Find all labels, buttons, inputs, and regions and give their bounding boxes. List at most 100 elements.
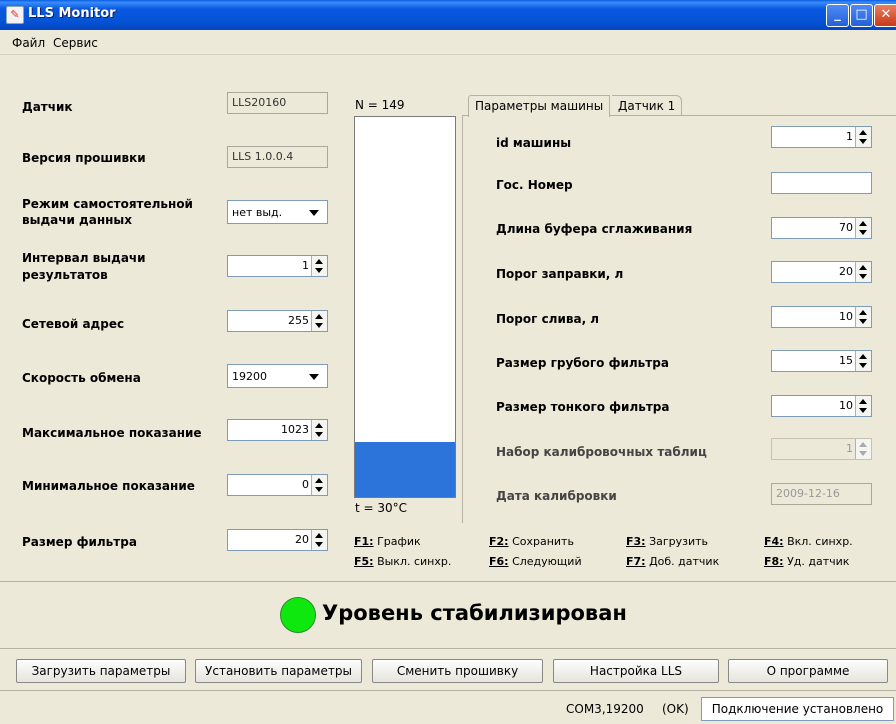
interval-stepper[interactable]: 1 (227, 255, 328, 277)
port-status: (OK) (662, 702, 689, 716)
calibration-date-value: 2009-12-16 (771, 483, 872, 505)
stepper-up-icon[interactable] (859, 310, 867, 315)
fkey-f3[interactable]: F3: Загрузить (626, 535, 708, 548)
stepper-down-icon[interactable] (859, 139, 867, 144)
fkey-f8[interactable]: F8: Уд. датчик (764, 555, 849, 568)
stepper-up-icon[interactable] (859, 399, 867, 404)
title-bar[interactable] (0, 0, 896, 30)
stepper-down-icon[interactable] (315, 542, 323, 547)
stepper-down-icon[interactable] (859, 274, 867, 279)
drain-threshold-stepper[interactable]: 10 (771, 306, 872, 328)
set-params-button[interactable]: Установить параметры (195, 659, 362, 683)
divider (0, 648, 896, 649)
fkey-f5-key: F5: (354, 555, 374, 568)
fkey-f5[interactable]: F5: Выкл. синхр. (354, 555, 451, 568)
fine-filter-value: 10 (839, 399, 853, 412)
fkey-f8-key: F8: (764, 555, 784, 568)
refuel-threshold-stepper[interactable]: 20 (771, 261, 872, 283)
car-id-stepper[interactable]: 1 (771, 126, 872, 148)
calibration-set-label: Набор калибровочных таблиц (496, 445, 707, 459)
drain-threshold-label: Порог слива, л (496, 312, 600, 326)
filter-size-stepper[interactable]: 20 (227, 529, 328, 551)
address-stepper[interactable]: 255 (227, 310, 328, 332)
stepper-up-icon[interactable] (315, 314, 323, 319)
coarse-filter-value: 15 (839, 354, 853, 367)
close-icon: ✕ (880, 7, 892, 22)
maximize-icon: □ (855, 7, 868, 22)
fkey-f5-text: Выкл. синхр. (373, 555, 452, 568)
change-firmware-button[interactable]: Сменить прошивку (372, 659, 543, 683)
max-reading-value: 1023 (281, 423, 309, 436)
mode-select-value: нет выд. (232, 206, 283, 219)
stepper-down-icon[interactable] (859, 319, 867, 324)
refuel-threshold-value: 20 (839, 265, 853, 278)
stepper-down-icon[interactable] (315, 487, 323, 492)
car-id-label: id машины (496, 136, 572, 150)
fine-filter-stepper[interactable]: 10 (771, 395, 872, 417)
fkey-f1-key: F1: (354, 535, 374, 548)
plate-input[interactable] (771, 172, 872, 194)
tab-sensor-1[interactable]: Датчик 1 (612, 95, 683, 116)
lls-settings-button[interactable]: Настройка LLS (553, 659, 719, 683)
gauge-temperature: t = 30°C (355, 501, 408, 515)
mode-select[interactable]: нет выд. (227, 200, 328, 224)
connection-status: Подключение установлено (701, 697, 894, 721)
fkey-f8-text: Уд. датчик (783, 555, 850, 568)
level-gauge (354, 116, 456, 498)
fkey-f4-text: Вкл. синхр. (783, 535, 853, 548)
tab-car-params[interactable]: Параметры машины (468, 95, 611, 117)
coarse-filter-label: Размер грубого фильтра (496, 356, 669, 370)
fkey-f1-text: График (373, 535, 421, 548)
plate-label: Гос. Номер (496, 178, 573, 192)
buffer-length-stepper[interactable]: 70 (771, 217, 872, 239)
about-button[interactable]: О программе (728, 659, 888, 683)
minimize-button[interactable]: _ (826, 4, 849, 27)
maximize-button[interactable]: □ (850, 4, 873, 27)
sensor-label: Датчик (22, 100, 73, 114)
mode-label-line2: выдачи данных (22, 213, 133, 227)
fkey-f1[interactable]: F1: График (354, 535, 421, 548)
calibration-set-value: 1 (846, 442, 853, 455)
stepper-up-icon[interactable] (859, 130, 867, 135)
menu-file[interactable]: Файл (12, 36, 45, 50)
fkey-f7-key: F7: (626, 555, 646, 568)
load-params-button[interactable]: Загрузить параметры (16, 659, 186, 683)
window-title: LLS Monitor (28, 6, 116, 21)
menu-service[interactable]: Сервис (53, 36, 98, 50)
stepper-down-icon[interactable] (859, 408, 867, 413)
app-icon[interactable]: ✎ (6, 6, 24, 24)
stepper-down-icon[interactable] (315, 432, 323, 437)
stepper-down-icon (859, 451, 867, 456)
level-gauge-fill (355, 441, 455, 497)
address-label: Сетевой адрес (22, 317, 125, 331)
stepper-up-icon[interactable] (315, 259, 323, 264)
calibration-set-stepper: 1 (771, 438, 872, 460)
fkey-f6[interactable]: F6: Следующий (489, 555, 582, 568)
stepper-down-icon[interactable] (315, 323, 323, 328)
stepper-down-icon[interactable] (859, 230, 867, 235)
fkey-f7[interactable]: F7: Доб. датчик (626, 555, 719, 568)
min-reading-stepper[interactable]: 0 (227, 474, 328, 496)
max-reading-stepper[interactable]: 1023 (227, 419, 328, 441)
stepper-down-icon[interactable] (859, 363, 867, 368)
speed-select[interactable]: 19200 (227, 364, 328, 388)
stepper-up-icon[interactable] (315, 423, 323, 428)
stepper-up-icon[interactable] (859, 354, 867, 359)
stepper-down-icon[interactable] (315, 268, 323, 273)
stepper-up-icon[interactable] (859, 265, 867, 270)
fkey-f3-text: Загрузить (645, 535, 709, 548)
fkey-f2[interactable]: F2: Сохранить (489, 535, 574, 548)
car-id-value: 1 (846, 130, 853, 143)
fkey-f6-key: F6: (489, 555, 509, 568)
stepper-up-icon[interactable] (859, 221, 867, 226)
fkey-f4[interactable]: F4: Вкл. синхр. (764, 535, 853, 548)
coarse-filter-stepper[interactable]: 15 (771, 350, 872, 372)
stepper-up-icon[interactable] (315, 478, 323, 483)
buffer-length-value: 70 (839, 221, 853, 234)
close-button[interactable]: ✕ (874, 4, 896, 27)
port-info: COM3,19200 (566, 702, 644, 716)
menu-bar (0, 30, 896, 55)
stepper-up-icon[interactable] (315, 533, 323, 538)
mode-label-line1: Режим самостоятельной (22, 197, 193, 211)
speed-select-value: 19200 (232, 370, 267, 383)
